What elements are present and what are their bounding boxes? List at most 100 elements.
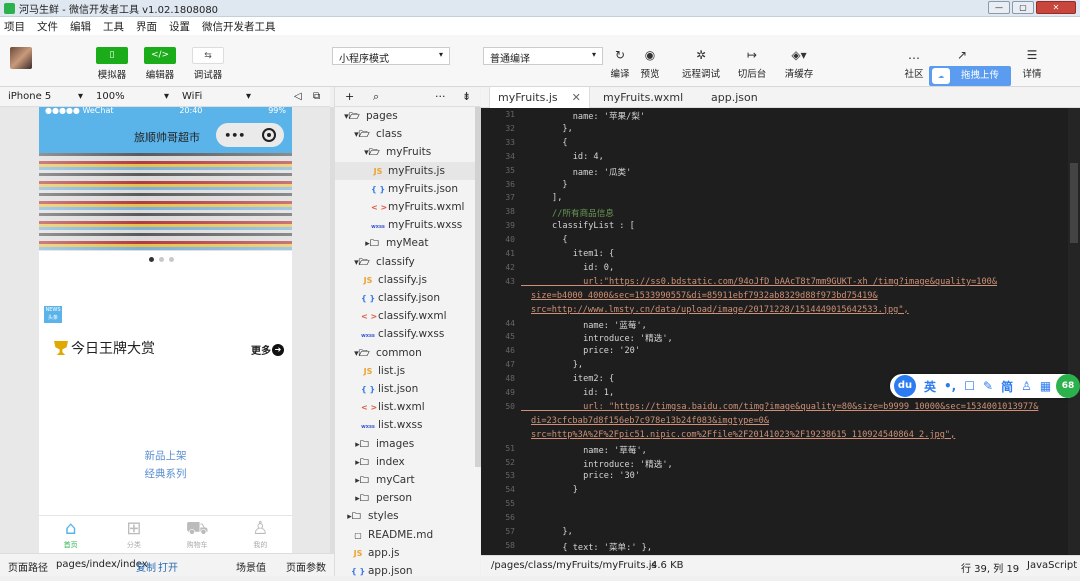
- open-link[interactable]: 打开: [158, 559, 178, 574]
- more-icon[interactable]: •••: [224, 129, 245, 142]
- tree-item[interactable]: JS app.js: [335, 544, 475, 562]
- tree-item[interactable]: wxss list.wxss: [335, 416, 475, 434]
- tree-item[interactable]: { } list.json: [335, 380, 475, 398]
- tree-item[interactable]: ▾🗁 classify: [335, 253, 475, 271]
- search-icon[interactable]: ⌕: [373, 90, 379, 104]
- page-params-tab[interactable]: 页面参数: [286, 559, 326, 574]
- rotate-icon[interactable]: ⧉: [313, 91, 320, 102]
- tab-app-json[interactable]: app.json: [703, 87, 766, 108]
- menu-bar: 项目 文件 编辑 工具 界面 设置 微信开发者工具: [0, 17, 1080, 35]
- preview-button[interactable]: ◉ 预览: [630, 47, 670, 80]
- ime-logo-icon[interactable]: du: [894, 375, 916, 397]
- minimize-button[interactable]: —: [988, 1, 1010, 14]
- simulator-button[interactable]: ▯ 模拟器: [96, 47, 128, 81]
- zoom-select[interactable]: 100%: [96, 91, 125, 102]
- tree-item[interactable]: ▸🗀 images: [335, 435, 475, 453]
- banner-image[interactable]: [39, 153, 292, 251]
- tree-item[interactable]: ▢ README.md: [335, 526, 475, 544]
- mode-select[interactable]: 小程序模式 ▾: [332, 47, 450, 65]
- tab-myfruits-wxml[interactable]: myFruits.wxml: [595, 87, 691, 108]
- user-icon[interactable]: ♙: [1021, 379, 1032, 393]
- tree-item[interactable]: ▸🗀 index: [335, 453, 475, 471]
- editor-button[interactable]: </> 编辑器: [144, 47, 176, 81]
- tree-item[interactable]: ▾🗁 class: [335, 125, 475, 143]
- compile-mode-select[interactable]: 普通编译 ▾: [483, 47, 603, 65]
- close-icon[interactable]: ✕: [572, 91, 581, 104]
- collapse-icon[interactable]: ⇟: [462, 90, 471, 103]
- tree-item[interactable]: ▸🗀 person: [335, 489, 475, 507]
- close-mini-program-icon[interactable]: [261, 128, 276, 142]
- ime-badge[interactable]: 68: [1056, 374, 1080, 398]
- wxml-file-icon: < >: [361, 403, 378, 413]
- tab-myfruits-js[interactable]: myFruits.js ✕: [489, 87, 590, 108]
- editor-scrollbar[interactable]: [1068, 108, 1080, 555]
- tree-item[interactable]: JS myFruits.js: [335, 161, 475, 180]
- ime-language-toggle[interactable]: 英: [924, 378, 936, 395]
- menu-project[interactable]: 项目: [4, 19, 25, 34]
- tree-item[interactable]: JS classify.js: [335, 271, 475, 289]
- scroll-thumb[interactable]: [1070, 163, 1078, 243]
- simplified-toggle[interactable]: 简: [1001, 378, 1013, 395]
- tree-item[interactable]: < >list.wxml: [335, 398, 475, 416]
- carousel-dot: [159, 257, 164, 262]
- keyboard-icon[interactable]: ☐: [964, 379, 975, 393]
- menu-view[interactable]: 界面: [136, 19, 157, 34]
- menu-edit[interactable]: 编辑: [70, 19, 91, 34]
- maximize-button[interactable]: ▢: [1012, 1, 1034, 14]
- tree-item[interactable]: { } classify.json: [335, 289, 475, 307]
- tree-item[interactable]: ▾🗁 pages: [335, 107, 475, 125]
- community-button[interactable]: … 社区: [894, 47, 934, 80]
- network-chevron-icon[interactable]: ▾: [246, 91, 251, 102]
- tab-me[interactable]: ♙ 我的: [229, 516, 292, 553]
- details-button[interactable]: ☰ 详情: [1012, 47, 1052, 80]
- upload-button[interactable]: ☁ 拖拽上传: [929, 66, 1011, 86]
- link-classic-series[interactable]: 经典系列: [39, 466, 292, 481]
- copy-link[interactable]: 复制: [136, 559, 156, 574]
- tree-item[interactable]: < >classify.wxml: [335, 307, 475, 325]
- tab-home[interactable]: ⌂ 首页: [39, 516, 102, 553]
- device-chevron-icon[interactable]: ▾: [78, 91, 83, 102]
- tree-item[interactable]: ▸🗀 myMeat: [335, 234, 475, 252]
- more-icon[interactable]: ···: [435, 90, 446, 103]
- tab-cart[interactable]: ⛟ 购物车: [166, 516, 229, 553]
- tab-category[interactable]: ⊞ 分类: [102, 516, 165, 553]
- tree-item[interactable]: ▸🗀 styles: [335, 507, 475, 525]
- code-area[interactable]: name: '苹果/梨' }, { id: 4, name: '瓜类' } ],…: [481, 108, 1071, 555]
- language-mode[interactable]: JavaScript: [1027, 560, 1077, 571]
- menu-wechat-devtools[interactable]: 微信开发者工具: [202, 19, 276, 34]
- add-icon[interactable]: +: [345, 90, 354, 103]
- background-button[interactable]: ↦ 切后台: [732, 47, 772, 80]
- zoom-chevron-icon[interactable]: ▾: [164, 91, 169, 102]
- network-select[interactable]: WiFi: [182, 91, 202, 102]
- tree-item[interactable]: ▾🗁 common: [335, 344, 475, 362]
- tree-item[interactable]: { } app.json: [335, 562, 475, 580]
- close-button[interactable]: ✕: [1036, 1, 1076, 14]
- capsule-menu[interactable]: •••: [216, 123, 284, 147]
- ime-toolbar: du 英 •, ☐ ✎ 简 ♙ ▦ 68: [890, 374, 1080, 398]
- sound-icon[interactable]: ◁: [294, 91, 302, 102]
- tree-item[interactable]: ▾🗁 myFruits: [335, 143, 475, 161]
- handwriting-icon[interactable]: ✎: [983, 379, 993, 393]
- cursor-position[interactable]: 行 39, 列 19: [961, 560, 1019, 575]
- user-avatar[interactable]: [10, 47, 32, 69]
- tree-item[interactable]: < >myFruits.wxml: [335, 198, 475, 216]
- link-new-arrivals[interactable]: 新品上架: [39, 448, 292, 463]
- menu-file[interactable]: 文件: [37, 19, 58, 34]
- more-link[interactable]: 更多 ➜: [251, 342, 284, 357]
- tree-item[interactable]: ▸🗀 myCart: [335, 471, 475, 489]
- tree-item[interactable]: wxss myFruits.wxss: [335, 216, 475, 234]
- debugger-button[interactable]: ⇆ 调试器: [192, 47, 224, 81]
- menu-settings[interactable]: 设置: [169, 19, 190, 34]
- clear-cache-button[interactable]: ◈▾ 清缓存: [779, 47, 819, 80]
- tree-item[interactable]: { } myFruits.json: [335, 180, 475, 198]
- grid-menu-icon[interactable]: ▦: [1040, 379, 1051, 393]
- tree-item-label: classify.js: [378, 273, 427, 286]
- scene-value-tab[interactable]: 场景值: [236, 559, 266, 574]
- punctuation-icon[interactable]: •,: [944, 379, 956, 393]
- version-button[interactable]: ↗: [942, 47, 982, 66]
- menu-tools[interactable]: 工具: [103, 19, 124, 34]
- device-select[interactable]: iPhone 5: [8, 91, 51, 102]
- remote-debug-button[interactable]: ✲ 远程调试: [680, 47, 722, 80]
- tree-item[interactable]: JS list.js: [335, 362, 475, 380]
- tree-item[interactable]: wxss classify.wxss: [335, 325, 475, 343]
